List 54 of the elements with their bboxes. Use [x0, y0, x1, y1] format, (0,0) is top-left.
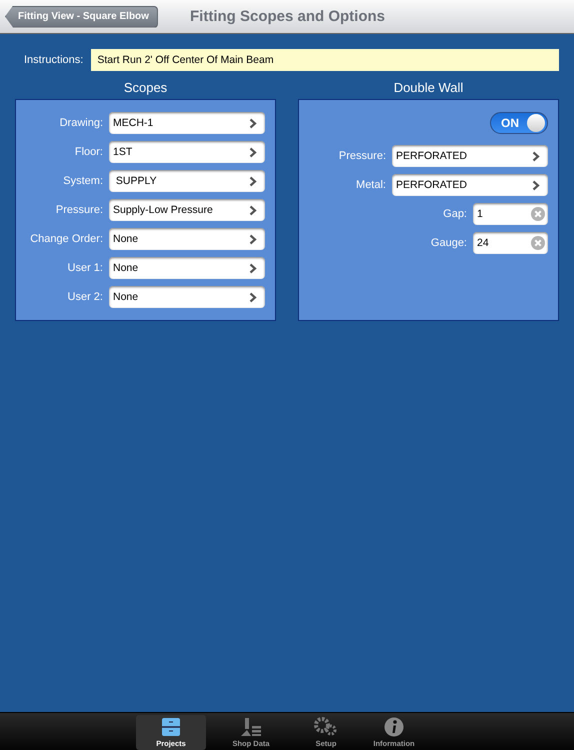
- picker-field[interactable]: PERFORATED: [392, 145, 548, 167]
- chevron-icon: [249, 292, 257, 302]
- field-value: 1ST: [113, 146, 132, 158]
- chevron-icon: [249, 204, 257, 216]
- section-title: Double Wall: [394, 79, 464, 96]
- drawers-icon: [161, 717, 181, 737]
- chevron-icon: [532, 150, 540, 162]
- field-label: Metal:: [356, 179, 386, 191]
- picker-field[interactable]: SUPPLY: [109, 170, 265, 192]
- toggle-switch[interactable]: ON: [490, 112, 548, 134]
- picker-field[interactable]: None: [109, 286, 265, 308]
- field-label: Pressure:: [338, 150, 386, 162]
- picker-field[interactable]: MECH-1: [109, 112, 265, 134]
- input-field[interactable]: 1: [473, 203, 548, 225]
- section-title: Scopes: [124, 79, 168, 96]
- field-label: Gap:: [443, 208, 467, 220]
- picker-field[interactable]: Supply-Low Pressure: [109, 199, 265, 221]
- field-value: Supply-Low Pressure: [113, 204, 213, 216]
- instructions-label: Instructions:: [24, 54, 84, 66]
- picker-field[interactable]: PERFORATED: [392, 174, 548, 196]
- field-value: None: [113, 233, 138, 245]
- clear-icon[interactable]: [531, 207, 545, 221]
- picker-field[interactable]: None: [109, 228, 265, 250]
- field-value: PERFORATED: [396, 150, 467, 162]
- field-value: None: [113, 291, 138, 303]
- picker-field[interactable]: None: [109, 257, 265, 279]
- field-value: MECH-1: [113, 117, 154, 129]
- field-label: Gauge:: [430, 237, 467, 249]
- chevron-icon: [249, 146, 257, 158]
- gears-icon: [314, 717, 338, 737]
- field-label: System:: [63, 175, 103, 187]
- field-value: SUPPLY: [114, 175, 157, 187]
- field-label: User 1:: [68, 262, 103, 274]
- chevron-icon: [249, 118, 257, 128]
- picker-field[interactable]: 1ST: [109, 141, 265, 163]
- field-label: Change Order:: [30, 233, 103, 245]
- field-label: Drawing:: [60, 117, 103, 129]
- instructions-field[interactable]: Start Run 2' Off Center Of Main Beam: [91, 49, 559, 71]
- chevron-icon: [249, 176, 257, 186]
- clear-icon[interactable]: [531, 236, 545, 250]
- input-field[interactable]: 24: [473, 232, 548, 254]
- field-value: None: [113, 262, 138, 274]
- field-value: PERFORATED: [396, 179, 467, 191]
- field-value: 24: [477, 237, 489, 249]
- field-value: 1: [477, 208, 483, 220]
- chevron-icon: [249, 234, 257, 244]
- screen-title: Fitting Scopes and Options: [190, 7, 385, 27]
- field-label: Floor:: [74, 146, 103, 158]
- info-icon: [384, 717, 404, 737]
- machine-icon: [239, 717, 263, 737]
- field-label: Pressure:: [56, 204, 103, 216]
- field-label: User 2:: [68, 291, 103, 303]
- chevron-icon: [532, 180, 540, 190]
- chevron-icon: [249, 262, 257, 274]
